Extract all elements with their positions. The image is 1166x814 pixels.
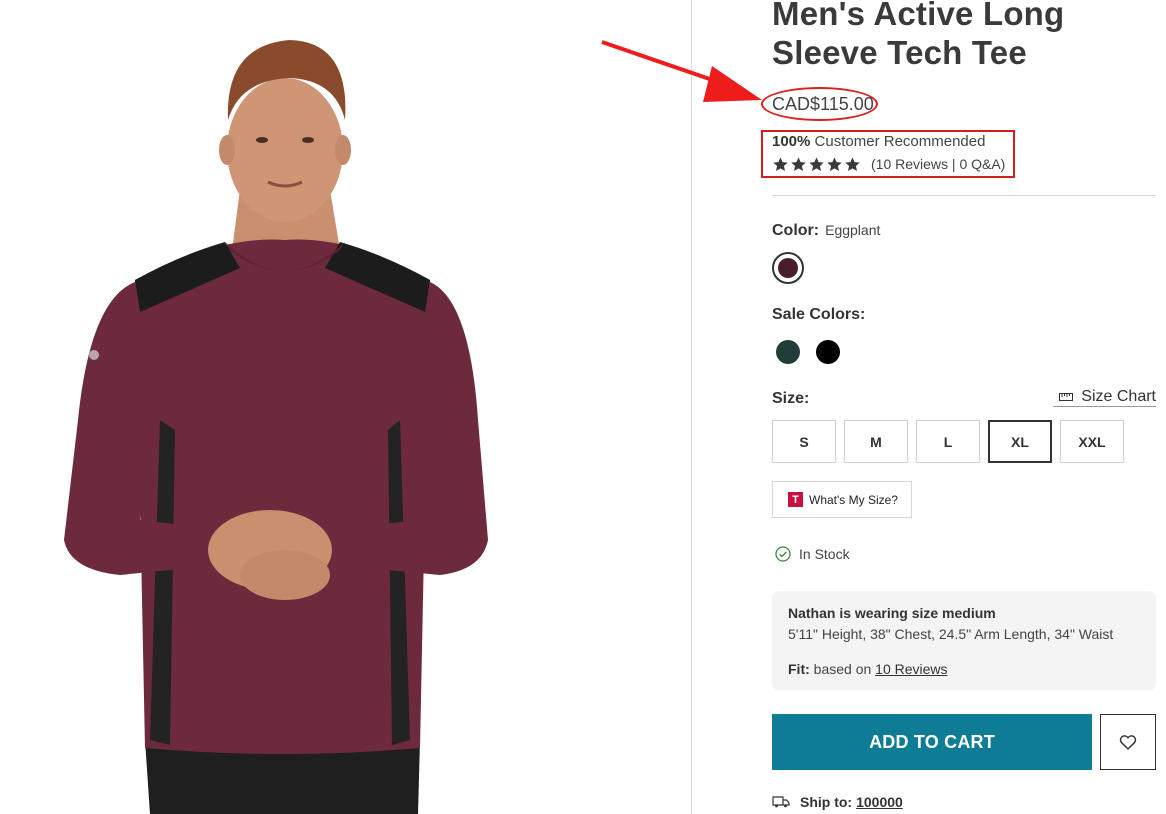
fit-text: based on (813, 661, 872, 677)
ship-to-label: Ship to: (800, 794, 853, 810)
size-chart-label: Size Chart (1081, 388, 1156, 405)
product-price: CAD$115.00 (772, 94, 874, 114)
pane-divider (691, 0, 692, 814)
fit-line: Fit: based on 10 Reviews (788, 661, 948, 677)
rating-stars[interactable]: (10 Reviews | 0 Q&A) (772, 154, 1005, 174)
reviews-link[interactable]: (10 Reviews | 0 Q&A) (871, 156, 1005, 172)
size-chart-underline (1053, 406, 1156, 407)
size-option-xxl[interactable]: XXL (1060, 420, 1124, 463)
sale-color-swatch[interactable] (816, 340, 840, 364)
add-to-cart-button[interactable]: ADD TO CART (772, 714, 1092, 770)
wishlist-button[interactable] (1100, 714, 1156, 770)
star-icon (827, 156, 842, 171)
ship-to-zip[interactable]: 100000 (856, 794, 903, 810)
color-label: Color: Eggplant (772, 222, 880, 240)
model-measurements: 5'11" Height, 38" Chest, 24.5" Arm Lengt… (788, 626, 1114, 642)
fit-reviews-link[interactable]: 10 Reviews (875, 661, 947, 677)
star-icon (809, 156, 824, 171)
sale-color-swatch[interactable] (776, 340, 800, 364)
whats-my-size-label: What's My Size? (809, 492, 898, 507)
product-title: Men's Active Long Sleeve Tech Tee (772, 0, 1065, 71)
stock-text: In Stock (799, 546, 850, 562)
sale-colors-label: Sale Colors: (772, 306, 866, 323)
heart-icon (1119, 735, 1137, 750)
annotation-arrow-icon (601, 40, 762, 102)
stock-status: In Stock (775, 546, 850, 562)
recommend-text: Customer Recommended (814, 133, 986, 150)
product-image[interactable] (0, 0, 691, 814)
selected-color-name: Eggplant (825, 222, 881, 238)
size-option-l[interactable]: L (916, 420, 980, 463)
ruler-icon (1059, 393, 1074, 401)
model-title: Nathan is wearing size medium (788, 605, 996, 621)
true-fit-logo-icon: T (788, 492, 803, 507)
truck-icon (772, 796, 790, 808)
recommend-percent: 100% (772, 133, 811, 150)
size-label: Size: (772, 390, 810, 407)
size-chart-link[interactable]: Size Chart (1053, 386, 1156, 408)
recommend-line: 100% Customer Recommended (772, 133, 985, 150)
color-label-text: Color: (772, 222, 820, 239)
color-swatch-eggplant[interactable] (772, 252, 804, 284)
size-option-m[interactable]: M (844, 420, 908, 463)
size-option-xl[interactable]: XL (988, 420, 1052, 463)
section-divider (772, 195, 1156, 196)
star-icon (845, 156, 860, 171)
model-info-box: Nathan is wearing size medium 5'11" Heig… (772, 591, 1156, 690)
whats-my-size-button[interactable]: T What's My Size? (772, 481, 912, 518)
ship-to: Ship to: 100000 (772, 794, 903, 810)
product-details: Men's Active Long Sleeve Tech Tee CAD$11… (761, 0, 1156, 814)
star-icon (791, 156, 806, 171)
fit-label: Fit: (788, 661, 810, 677)
star-icon (773, 156, 788, 171)
product-photo (64, 40, 488, 814)
check-circle-icon (775, 546, 791, 562)
size-option-s[interactable]: S (772, 420, 836, 463)
